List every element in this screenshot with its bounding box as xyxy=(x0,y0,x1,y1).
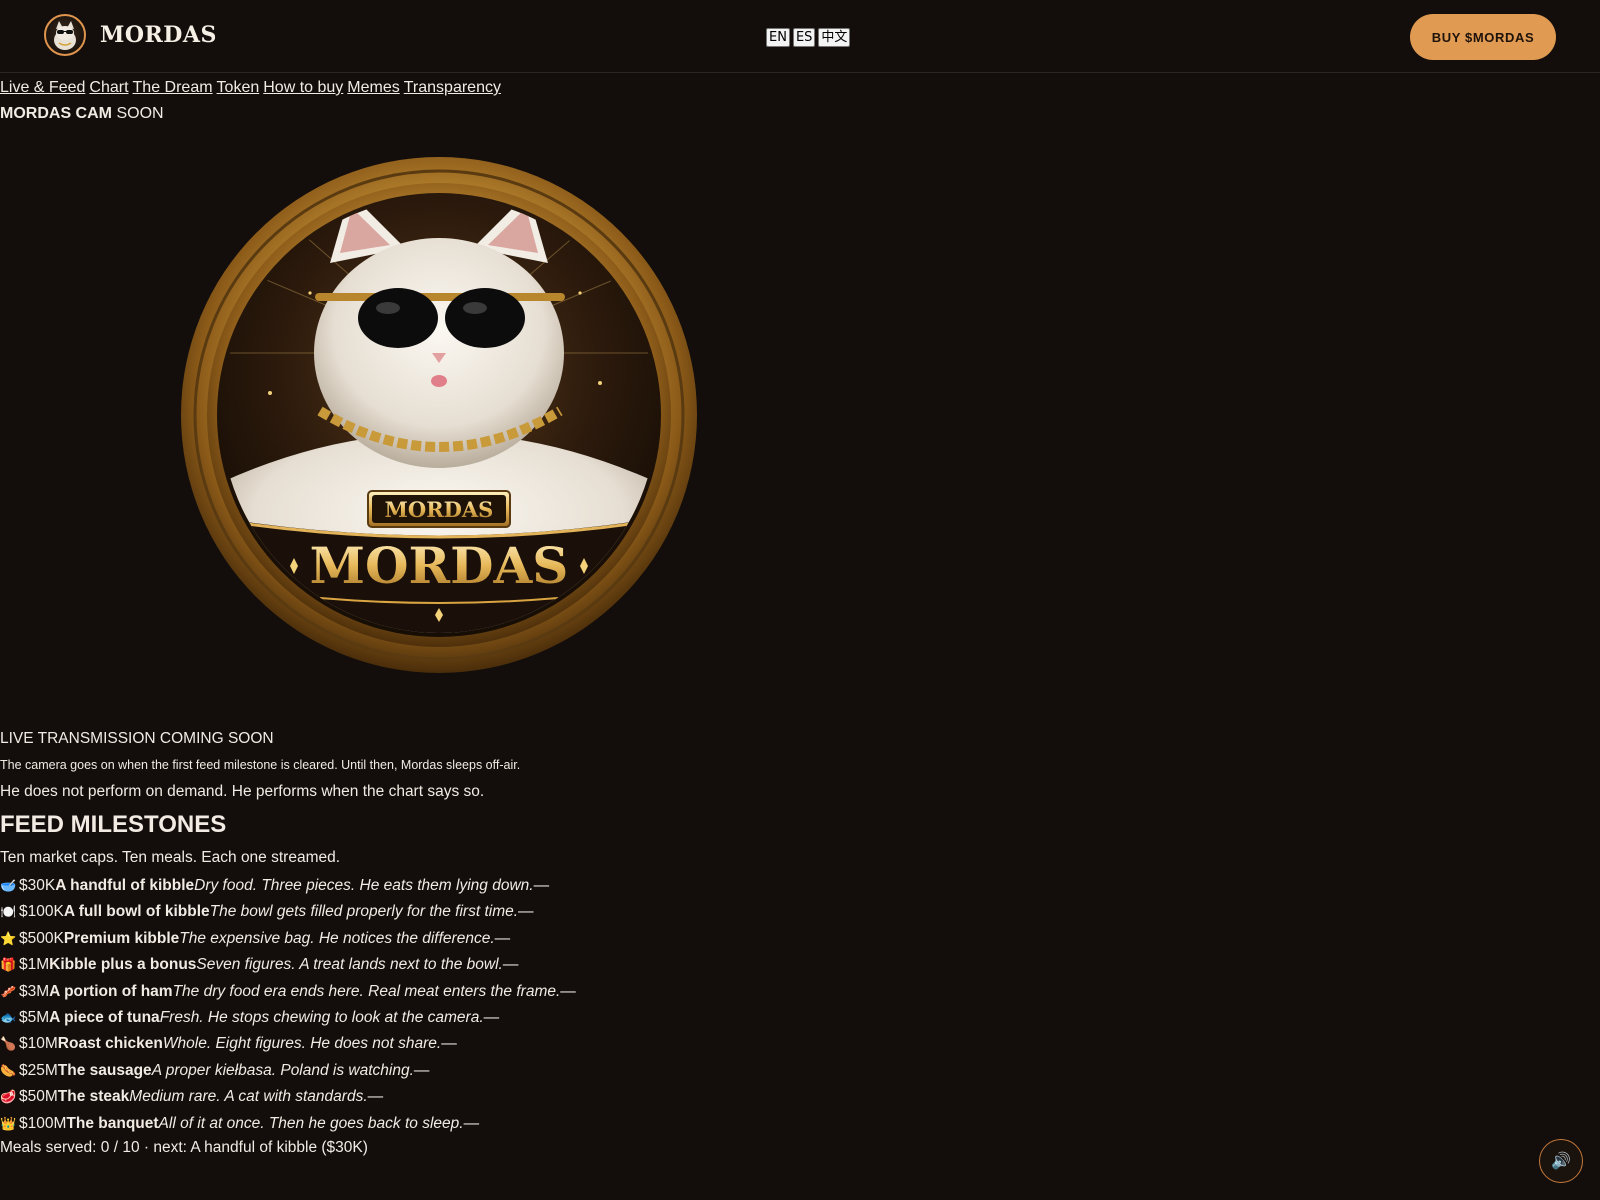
coin-badge-text: MORDAS xyxy=(385,497,494,522)
milestone-status: — xyxy=(502,956,519,974)
milestone-status: — xyxy=(441,1035,457,1053)
nav-link-chart[interactable]: Chart xyxy=(89,79,128,96)
mordas-coin-image: MORDAS MORDAS xyxy=(180,153,698,678)
milestone-name: A piece of tuna xyxy=(49,1008,160,1026)
milestone-emoji-icon: 🍽️ xyxy=(0,904,17,920)
nav-link-the-dream[interactable]: The Dream xyxy=(133,79,213,96)
coin-main-text: MORDAS xyxy=(310,536,569,595)
milestone-desc: The bowl gets filled properly for the fi… xyxy=(209,903,519,921)
milestone-name: The sausage xyxy=(57,1061,152,1079)
milestone-name: The banquet xyxy=(66,1114,159,1132)
cam-status-text: LIVE TRANSMISSION COMING SOON xyxy=(0,730,274,747)
milestone-emoji-icon: 🎁 xyxy=(0,957,17,973)
milestone-status: — xyxy=(518,903,534,921)
milestone-row: 🐟 $5MA piece of tunaFresh. He stops chewi… xyxy=(0,1005,576,1031)
milestone-cap: $100M xyxy=(19,1114,67,1132)
milestone-name: A portion of ham xyxy=(49,982,173,1000)
milestone-name: Roast chicken xyxy=(57,1035,163,1053)
main-nav: Live & Feed Chart The Dream Token How to buy… xyxy=(0,77,505,99)
milestone-desc: All of it at once. Then he goes back to … xyxy=(158,1114,464,1132)
nav-link-token[interactable]: Token xyxy=(217,79,260,96)
milestone-row: 🥩 $50MThe steakMedium rare. A cat with st… xyxy=(0,1084,576,1110)
milestone-row: ⭐ $500KPremium kibbleThe expensive bag. H… xyxy=(0,926,576,952)
milestone-desc: Medium rare. A cat with standards. xyxy=(129,1088,368,1106)
logo-text: MORDAS xyxy=(100,22,217,48)
nav-link-memes[interactable]: Memes xyxy=(347,79,399,96)
milestone-cap: $25M xyxy=(19,1061,58,1079)
milestone-status: — xyxy=(533,877,550,894)
feed-milestones-heading: FEED MILESTONES xyxy=(0,811,227,838)
milestone-list: 🥣 $30KA handful of kibbleDry food. Three … xyxy=(0,873,576,1137)
milestone-row: 👑 $100MThe banquetAll of it at once. Then… xyxy=(0,1111,576,1137)
milestone-row: 🍗 $10MRoast chickenWhole. Eight figures. … xyxy=(0,1031,576,1057)
site-header: MORDAS EN ES 中文 BUY $MORDAS xyxy=(0,0,1600,73)
cam-note-text: The camera goes on when the first feed m… xyxy=(0,758,521,772)
milestone-cap: $3M xyxy=(19,982,50,1000)
milestone-emoji-icon: 🌭 xyxy=(0,1062,17,1078)
logo[interactable]: MORDAS xyxy=(44,14,217,56)
milestone-cap: $5M xyxy=(19,1008,50,1026)
nav-link-how-to-buy[interactable]: How to buy xyxy=(263,79,343,96)
milestone-emoji-icon: 🥩 xyxy=(0,1089,17,1105)
milestone-name: A full bowl of kibble xyxy=(63,903,210,921)
milestone-name: The steak xyxy=(57,1088,130,1106)
language-switcher: EN ES 中文 xyxy=(766,28,851,47)
milestone-cap: $50M xyxy=(19,1088,58,1106)
cam-title-status: SOON xyxy=(116,105,164,122)
milestone-name: Kibble plus a bonus xyxy=(49,956,197,974)
buy-mordas-button[interactable]: BUY $MORDAS xyxy=(1410,14,1556,60)
milestone-desc: The dry food era ends here. Real meat en… xyxy=(172,982,561,1000)
lang-button-zh[interactable]: 中文 xyxy=(818,28,851,47)
milestone-row: 🍽️ $100KA full bowl of kibbleThe bowl get… xyxy=(0,899,576,925)
milestone-desc: The expensive bag. He notices the differ… xyxy=(179,929,495,947)
milestone-emoji-icon: 👑 xyxy=(0,1115,17,1131)
milestone-status: — xyxy=(560,982,576,1000)
milestone-cap: $30K xyxy=(19,877,56,894)
milestone-name: Premium kibble xyxy=(63,929,180,947)
milestone-status: — xyxy=(413,1061,430,1079)
milestone-emoji-icon: ⭐ xyxy=(0,930,17,946)
milestone-status: — xyxy=(494,929,511,947)
milestone-row: 🥓 $3MA portion of hamThe dry food era end… xyxy=(0,979,576,1005)
milestone-emoji-icon: 🥓 xyxy=(0,983,17,999)
milestone-row: 🎁 $1MKibble plus a bonusSeven figures. A … xyxy=(0,952,576,978)
milestone-emoji-icon: 🍗 xyxy=(0,1036,17,1052)
milestone-desc: Fresh. He stops chewing to look at the c… xyxy=(159,1008,484,1026)
milestone-emoji-icon: 🐟 xyxy=(0,1009,17,1025)
milestone-cap: $500K xyxy=(19,929,64,947)
cam-title-bold: MORDAS CAM xyxy=(0,105,112,122)
cat-logo-icon xyxy=(44,14,86,56)
sound-toggle-button[interactable]: 🔊 xyxy=(1539,1139,1583,1183)
lang-button-en[interactable]: EN xyxy=(766,28,790,47)
meals-served-status: Meals served: 0 / 10 · next: A handful o… xyxy=(0,1139,368,1156)
milestone-cap: $10M xyxy=(19,1035,58,1053)
milestone-row: 🥣 $30KA handful of kibbleDry food. Three … xyxy=(0,873,576,899)
milestone-emoji-icon: 🥣 xyxy=(0,878,17,893)
milestone-status: — xyxy=(483,1008,500,1026)
nav-link-transparency[interactable]: Transparency xyxy=(404,79,501,96)
milestone-desc: Seven figures. A treat lands next to the… xyxy=(196,956,503,974)
speaker-icon: 🔊 xyxy=(1551,1153,1571,1170)
feed-milestones-subtitle: Ten market caps. Ten meals. Each one str… xyxy=(0,849,341,866)
coin-illustration: MORDAS MORDAS xyxy=(181,157,697,673)
lang-button-es[interactable]: ES xyxy=(792,28,816,47)
nav-link-live-feed[interactable]: Live & Feed xyxy=(0,79,85,96)
milestone-name: A handful of kibble xyxy=(55,877,195,894)
cam-tagline: He does not perform on demand. He perfor… xyxy=(0,783,485,800)
cam-title: MORDAS CAM SOON xyxy=(0,103,164,125)
milestone-desc: Whole. Eight figures. He does not share. xyxy=(162,1035,442,1053)
milestone-desc: A proper kiełbasa. Poland is watching. xyxy=(151,1061,414,1079)
milestone-desc: Dry food. Three pieces. He eats them lyi… xyxy=(194,877,534,894)
milestone-cap: $100K xyxy=(19,903,64,921)
milestone-status: — xyxy=(463,1114,480,1132)
milestone-cap: $1M xyxy=(19,956,50,974)
milestone-row: 🌭 $25MThe sausageA proper kiełbasa. Polan… xyxy=(0,1058,576,1084)
milestone-status: — xyxy=(367,1088,384,1106)
